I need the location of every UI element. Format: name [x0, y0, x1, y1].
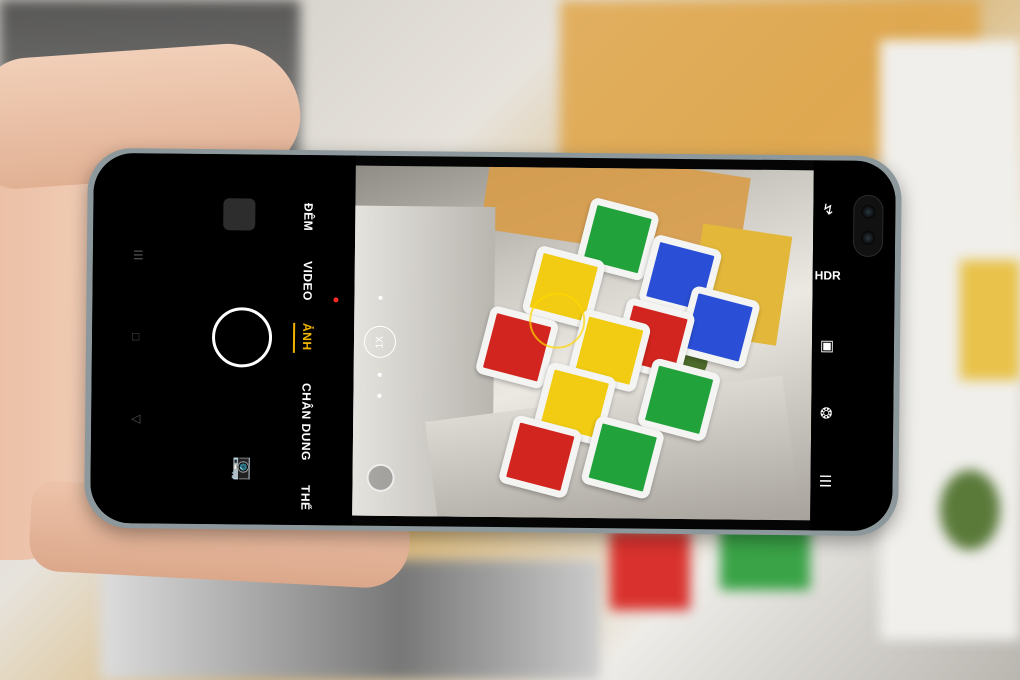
active-mode-indicator: [292, 322, 296, 353]
mode-the[interactable]: THỂ: [298, 485, 312, 511]
mode-video[interactable]: VIDEO: [300, 261, 314, 301]
camera-settings-panel: ↯ HDR ▣ ❂ ☰: [810, 160, 896, 532]
recents-icon[interactable]: ☰: [133, 248, 144, 262]
record-dot-icon: [333, 297, 339, 303]
background-yellow-panel: [960, 260, 1020, 380]
front-camera-cutout: [852, 194, 884, 258]
phone-screen: ☰ □ ◁ 📷 ĐÊM VIDEO ẢNH CHÂN DUNG THỂ 1X ↯…: [90, 152, 896, 532]
background-cube-red: [610, 530, 690, 610]
focus-ring: [528, 292, 586, 349]
image-icon[interactable]: ▣: [812, 336, 842, 354]
mode-anh[interactable]: ẢNH: [300, 323, 314, 351]
indicator-dot: [377, 372, 382, 377]
filters-icon[interactable]: ❂: [811, 404, 841, 422]
lens-icon[interactable]: [366, 463, 395, 492]
zoom-label: 1X: [374, 335, 386, 348]
switch-camera-icon[interactable]: 📷: [226, 456, 251, 481]
mode-dem[interactable]: ĐÊM: [301, 203, 315, 231]
menu-icon[interactable]: ☰: [810, 472, 840, 490]
camera-control-panel: ☰ □ ◁ 📷 ĐÊM VIDEO ẢNH CHÂN DUNG THỂ: [90, 152, 356, 526]
camera-viewfinder[interactable]: 1X: [352, 165, 814, 521]
zoom-button[interactable]: 1X: [363, 325, 397, 358]
indicator-dot: [377, 393, 382, 398]
home-icon[interactable]: □: [132, 329, 139, 343]
shutter-button[interactable]: [211, 307, 273, 368]
mode-chan-dung[interactable]: CHÂN DUNG: [299, 383, 314, 461]
hdr-toggle[interactable]: HDR: [813, 268, 843, 282]
indicator-dot: [378, 295, 383, 300]
gallery-thumbnail[interactable]: [223, 198, 256, 231]
smartphone: ☰ □ ◁ 📷 ĐÊM VIDEO ẢNH CHÂN DUNG THỂ 1X ↯…: [84, 147, 902, 537]
back-icon[interactable]: ◁: [131, 411, 140, 425]
flash-off-icon[interactable]: ↯: [813, 200, 843, 218]
background-plant: [940, 470, 1000, 550]
